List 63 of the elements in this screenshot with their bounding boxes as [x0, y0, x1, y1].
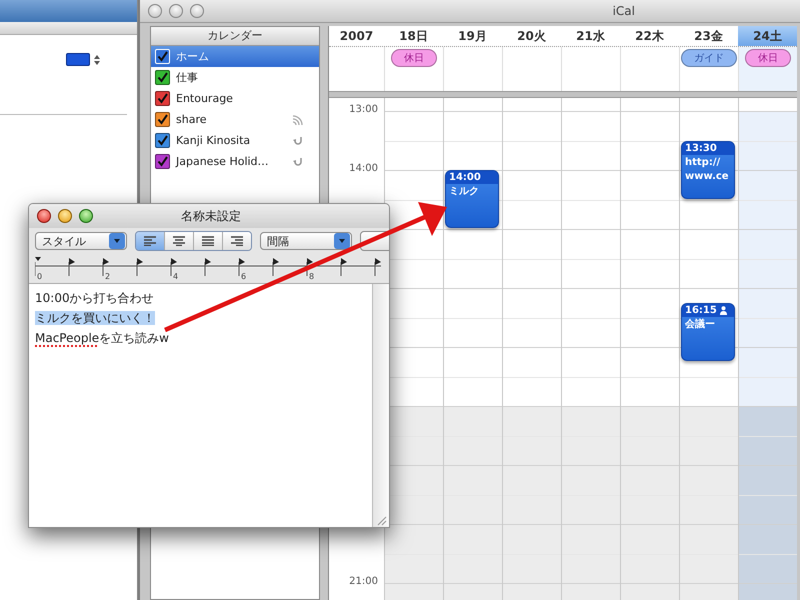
- stepper-icon[interactable]: [94, 54, 100, 64]
- close-button[interactable]: [148, 4, 162, 18]
- day-header[interactable]: 19月: [443, 26, 502, 46]
- calendar-event[interactable]: 13:30 http:// www.ce: [681, 140, 735, 198]
- calendar-item[interactable]: ホーム: [151, 46, 319, 67]
- checkbox[interactable]: [155, 154, 170, 169]
- ruler-number: 6: [241, 272, 248, 281]
- day-header[interactable]: 21水: [561, 26, 620, 46]
- minimize-button[interactable]: [58, 209, 72, 223]
- checkbox[interactable]: [155, 91, 170, 106]
- all-day-event[interactable]: 休日: [745, 49, 791, 67]
- time-label: 14:00: [349, 163, 378, 174]
- person-icon: [720, 306, 727, 315]
- ruler-number: 4: [173, 272, 180, 281]
- align-left-icon: [143, 236, 157, 246]
- refresh-icon: [293, 136, 303, 146]
- calendar-item[interactable]: share: [151, 109, 319, 130]
- alignment-button[interactable]: [164, 232, 193, 250]
- day-header[interactable]: 24土: [738, 26, 797, 46]
- all-day-event[interactable]: ガイド: [681, 49, 737, 67]
- zoom-button[interactable]: [79, 209, 93, 223]
- checkbox[interactable]: [155, 112, 170, 127]
- time-label: 21:00: [349, 576, 378, 587]
- scroll-bar[interactable]: [372, 284, 389, 527]
- list-header: カレンダー: [151, 27, 319, 46]
- align-justify-icon: [201, 236, 215, 246]
- window-title: 名称未設定: [180, 208, 242, 224]
- broadcast-icon: [292, 114, 303, 126]
- zoom-button[interactable]: [190, 4, 204, 18]
- style-popup[interactable]: スタイル: [35, 232, 127, 250]
- text-line: MacPeopleを立ち読みw: [35, 330, 170, 347]
- day-header[interactable]: 18日: [384, 26, 443, 46]
- checkbox[interactable]: [155, 133, 170, 148]
- refresh-icon: [293, 156, 303, 166]
- day-header[interactable]: 22木: [620, 26, 679, 46]
- time-label: 13:00: [349, 104, 378, 115]
- checkbox[interactable]: [155, 70, 170, 85]
- calendar-item[interactable]: 仕事: [151, 67, 319, 88]
- year-label: 2007: [338, 28, 374, 45]
- all-day-event[interactable]: 休日: [391, 49, 437, 67]
- day-header[interactable]: 23金: [679, 26, 738, 46]
- close-button[interactable]: [37, 209, 51, 223]
- align-right-icon: [230, 236, 244, 246]
- day-header[interactable]: 20火: [502, 26, 561, 46]
- calendar-event[interactable]: 16:15 会議ー: [681, 302, 735, 361]
- window-title: iCal: [612, 4, 636, 18]
- align-center-icon: [172, 236, 186, 246]
- alignment-button[interactable]: [222, 232, 251, 250]
- calendar-event[interactable]: 14:00 ミルク: [445, 170, 499, 228]
- ruler-number: 2: [105, 272, 112, 281]
- alignment-button[interactable]: [193, 232, 222, 250]
- alignment-control[interactable]: [135, 231, 252, 251]
- calendar-item[interactable]: Kanji Kinosita: [151, 130, 319, 151]
- ruler-number: 8: [309, 272, 316, 281]
- resize-grip-icon[interactable]: [375, 514, 387, 526]
- calendar-item[interactable]: Entourage: [151, 88, 319, 109]
- alignment-button[interactable]: [136, 232, 164, 250]
- minimize-button[interactable]: [169, 4, 183, 18]
- calendar-item[interactable]: Japanese Holid…: [151, 151, 319, 172]
- spacing-popup[interactable]: 間隔: [260, 232, 352, 250]
- text-line: 10:00から打ち合わせ: [35, 290, 155, 307]
- ruler-number: 0: [37, 272, 44, 281]
- color-well[interactable]: [66, 53, 90, 66]
